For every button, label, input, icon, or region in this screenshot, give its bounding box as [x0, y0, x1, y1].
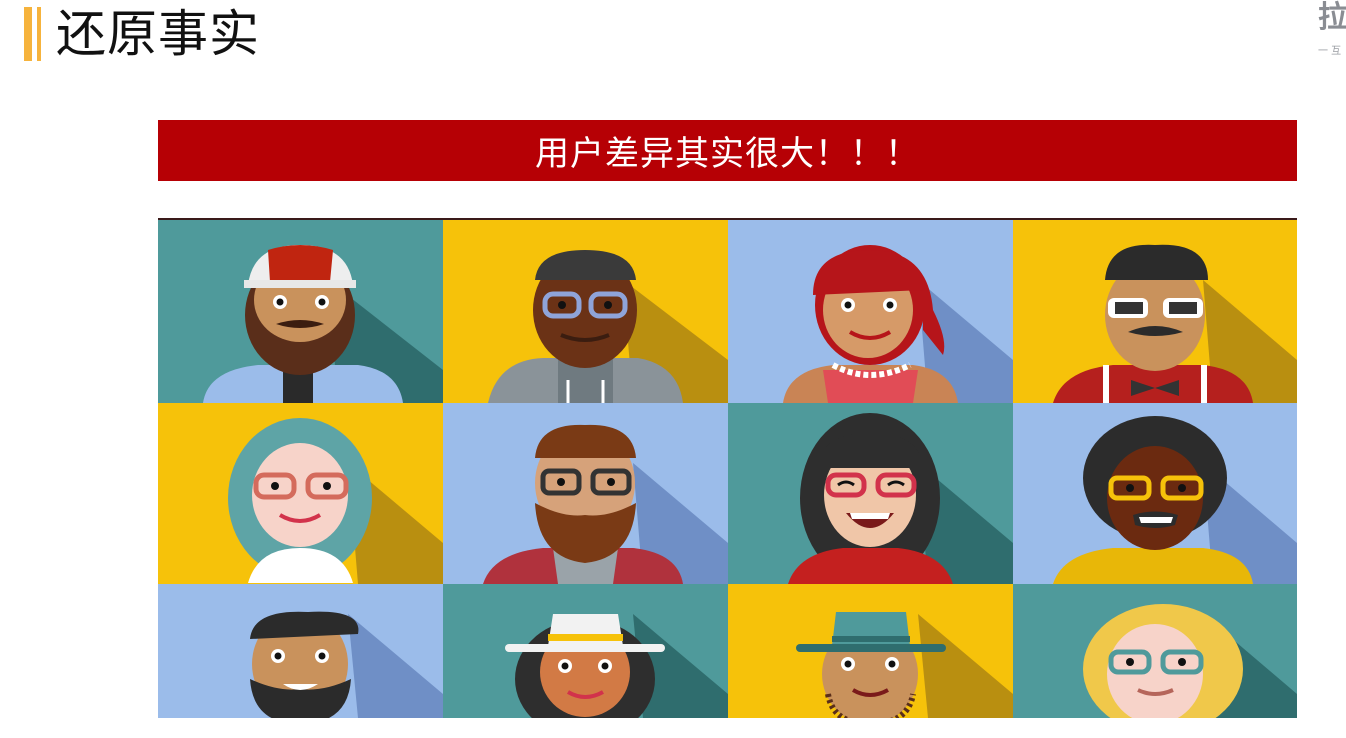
- avatar-tile: [443, 220, 728, 403]
- logo-subtext: 一 互: [1318, 46, 1342, 57]
- avatar-tile: [158, 403, 443, 584]
- blonde-person-glasses-avatar: [1013, 584, 1297, 718]
- man-teal-hat-avatar: [728, 584, 1013, 718]
- avatar-tile: [728, 403, 1013, 584]
- avatar-tile: [1013, 220, 1297, 403]
- man-sunglasses-bowtie-avatar: [1013, 220, 1297, 403]
- avatar-tile: [728, 220, 1013, 403]
- avatar-tile: [158, 220, 443, 403]
- dark-man-glasses-hoodie-avatar: [443, 220, 728, 403]
- avatar-tile: [443, 584, 728, 718]
- dark-hair-woman-glasses-avatar: [728, 403, 1013, 584]
- teal-hair-woman-glasses-avatar: [158, 403, 443, 584]
- bearded-man-cap-avatar: [158, 220, 443, 403]
- logo-mark: 拉: [1318, 0, 1346, 35]
- man-beard-black-hair-avatar: [158, 584, 443, 718]
- avatar-grid: [158, 218, 1297, 718]
- woman-white-hat-avatar: [443, 584, 728, 718]
- afro-man-yellow-glasses-avatar: [1013, 403, 1297, 584]
- red-hair-woman-necklace-avatar: [728, 220, 1013, 403]
- title-accent-bars: [24, 7, 41, 61]
- banner-text: 用户差异其实很大！！！: [535, 134, 920, 174]
- avatar-tile: [1013, 584, 1297, 718]
- headline-banner: 用户差异其实很大！！！: [158, 120, 1297, 181]
- page-title: 还原事实: [56, 5, 260, 63]
- brand-logo: 拉 一 互: [1318, 0, 1346, 57]
- avatar-tile: [728, 584, 1013, 718]
- avatar-tile: [1013, 403, 1297, 584]
- bearded-man-glasses-plaid-avatar: [443, 403, 728, 584]
- avatar-tile: [158, 584, 443, 718]
- slide-header: 还原事实: [24, 6, 260, 62]
- avatar-tile: [443, 403, 728, 584]
